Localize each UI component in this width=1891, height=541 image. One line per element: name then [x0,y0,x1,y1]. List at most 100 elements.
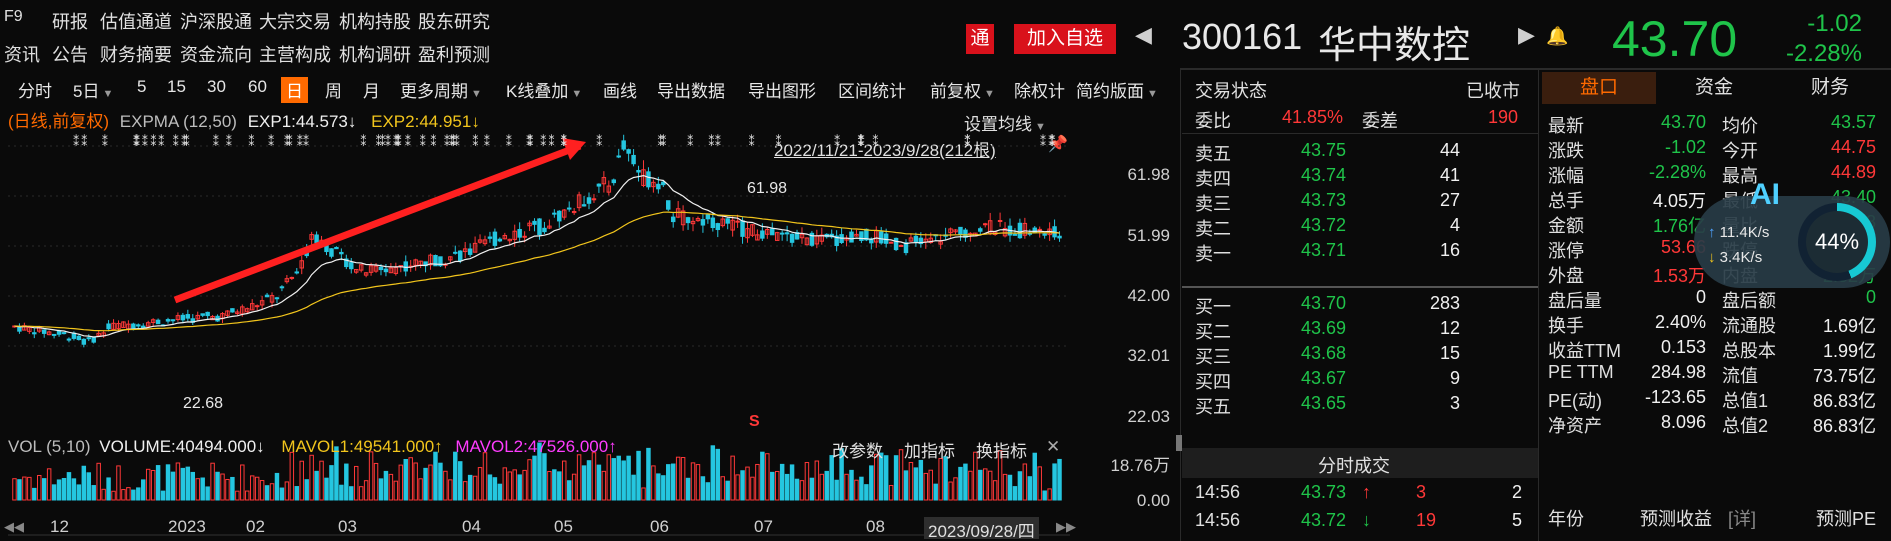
event-dot[interactable]: ⁑ [226,134,232,149]
event-dot[interactable]: ⁑ [540,134,546,149]
swap-indicator-button[interactable]: 换指标 [976,437,1027,462]
add-indicator-button[interactable]: 加指标 [904,437,955,462]
event-dot[interactable]: ⁑ [859,134,865,149]
event-dot[interactable]: ⁑ [450,134,456,149]
volume-bar [264,485,270,501]
alert-bell-icon[interactable]: 🔔 [1546,26,1568,47]
price-axis-label: 32.01 [1127,346,1170,365]
event-dot[interactable]: ⁑ [102,134,108,149]
add-watchlist-button[interactable]: 加入自选 [1014,24,1116,54]
buy-level-price[interactable]: 43.69 [1301,318,1346,339]
prev-stock-icon[interactable]: ◀ [1135,22,1152,48]
event-dot[interactable]: ⁑ [872,134,878,149]
nav-news[interactable]: 资讯 [4,41,40,67]
event-dot[interactable]: ⁑ [715,134,721,149]
event-dot[interactable]: ⁑ [405,134,411,149]
nav-announce[interactable]: 公告 [52,41,88,67]
nav-inst-survey[interactable]: 机构调研 [339,41,411,67]
candle-body [735,220,740,223]
event-dot[interactable]: ⁑ [81,134,87,149]
nav-fund-flow[interactable]: 资金流向 [180,41,252,67]
ai-logo[interactable]: AI [1750,178,1780,212]
nav-inst-holding[interactable]: 机构持股 [339,8,411,34]
buy-level-price[interactable]: 43.68 [1301,343,1346,364]
volume-bar [165,464,171,501]
tab-funds[interactable]: 资金 [1656,72,1772,104]
event-dot[interactable]: ⁑ [173,134,179,149]
event-dot[interactable]: ⁑ [303,134,309,149]
nav-valuation[interactable]: 估值通道 [100,8,172,34]
event-dot[interactable]: ⁑ [158,134,164,149]
buy-level-price[interactable]: 43.67 [1301,368,1346,389]
event-dot[interactable]: ⁑ [268,134,274,149]
scroll-right-icon[interactable]: ▶▶ [1056,519,1076,535]
event-dot[interactable]: ⁑ [430,134,436,149]
edit-params-button[interactable]: 改参数 [832,437,883,462]
nav-research[interactable]: 研报 [52,8,88,34]
nav-hk-connect[interactable]: 沪深股通 [180,8,252,34]
volume-bar [175,462,181,501]
event-dot[interactable]: ⁑ [284,134,290,149]
event-marker[interactable]: S [749,413,760,431]
event-dot[interactable]: ⁑ [396,134,402,149]
event-dot[interactable]: ⁑ [708,134,714,149]
sell-level-price[interactable]: 43.73 [1301,190,1346,211]
event-dot[interactable]: ⁑ [687,134,693,149]
sell-level-price[interactable]: 43.72 [1301,215,1346,236]
event-dot[interactable]: ⁑ [150,134,156,149]
event-dot[interactable]: ⁑ [506,134,512,149]
nav-business[interactable]: 主营构成 [259,41,331,67]
event-dot[interactable]: ⁑ [527,134,533,149]
nav-fin-summary[interactable]: 财务摘要 [100,41,172,67]
tab-finance[interactable]: 财务 [1772,72,1888,104]
volume-bar [948,481,953,501]
volume-bar [462,481,468,501]
tab-quote[interactable]: 盘口 [1542,72,1656,104]
buy-level-price[interactable]: 43.70 [1301,293,1346,314]
event-dot[interactable]: ⁑ [596,134,602,149]
nav-f9[interactable]: F9 [4,8,23,26]
volume-bar [408,457,413,501]
event-dot[interactable]: ⁑ [184,134,190,149]
event-dot[interactable]: ⁑ [297,134,303,149]
event-dot[interactable]: ⁑ [444,134,450,149]
volume-bar [358,486,364,501]
nav-profit-forecast[interactable]: 盈利预测 [418,41,490,67]
divider [1538,70,1539,541]
sell-level-price[interactable]: 43.75 [1301,140,1346,161]
next-stock-icon[interactable]: ▶ [1518,22,1535,48]
candle-body [131,323,136,329]
vol-label[interactable]: VOL (5,10) [8,437,91,456]
event-dot[interactable]: ⁑ [385,134,391,149]
nav-block-trade[interactable]: 大宗交易 [259,8,331,34]
event-dot[interactable]: ⁑ [420,134,426,149]
event-dot[interactable]: ⁑ [360,134,366,149]
event-dot[interactable]: ⁑ [134,134,140,149]
event-dot[interactable]: ⁑ [749,134,755,149]
event-dot[interactable]: ⁑ [472,134,478,149]
event-dot[interactable]: ⁑ [142,134,148,149]
event-dot[interactable]: ⁑ [964,134,970,149]
sell-level-price[interactable]: 43.74 [1301,165,1346,186]
event-dot[interactable]: ⁑ [376,134,382,149]
event-dot[interactable]: ⁑ [484,134,490,149]
mavol1-value: MAVOL1:49541.000↑ [281,437,443,456]
nav-holder-research[interactable]: 股东研究 [418,8,490,34]
event-dot[interactable]: ⁑ [1040,134,1046,149]
event-dot[interactable]: ⁑ [73,134,79,149]
event-dot[interactable]: ⁑ [834,134,840,149]
event-dot[interactable]: ⁑ [213,134,219,149]
event-dot[interactable]: ⁑ [548,134,554,149]
event-dot[interactable]: ⁑ [776,134,782,149]
volume-bar [413,462,418,501]
event-dot[interactable]: ⁑ [657,134,663,149]
sell-level-price[interactable]: 43.71 [1301,240,1346,261]
event-dot[interactable]: ⁑ [561,134,567,149]
event-dot[interactable]: ⁑ [1050,134,1056,149]
kline-chart[interactable]: ⁑ ⁑ ⁑ ⁑ ⁑ ⁑ ⁑ ⁑ ⁑ ⁑ ⁑ ⁑ ⁑ ⁑ ⁑ ⁑ ⁑ ⁑ ⁑ ⁑ ⁑ ⁑ ⁑ ⁑ ⁑ ⁑ ⁑ ⁑ ⁑ ⁑ ⁑ ⁑ ⁑ ⁑ ⁑ ⁑ ⁑ ⁑ ⁑ ⁑… [0,100,1180,541]
buy-level-price[interactable]: 43.65 [1301,393,1346,414]
forecast-detail-link[interactable]: [详] [1728,505,1756,531]
event-dot[interactable]: ⁑ [248,134,254,149]
close-icon[interactable]: ✕ [1046,437,1060,457]
scroll-left-icon[interactable]: ◀◀ [4,519,24,535]
